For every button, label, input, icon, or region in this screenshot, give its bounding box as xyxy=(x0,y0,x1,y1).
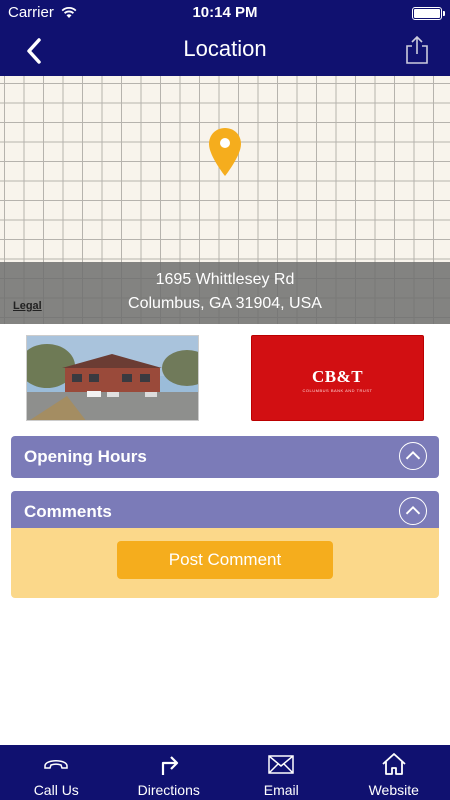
location-photo[interactable] xyxy=(26,335,199,421)
opening-hours-header[interactable]: Opening Hours xyxy=(11,436,439,478)
address-line2: Columbus, GA 31904, USA xyxy=(128,295,322,312)
directions-icon xyxy=(161,756,178,775)
opening-hours-label: Opening Hours xyxy=(24,447,147,466)
post-comment-button[interactable]: Post Comment xyxy=(117,541,333,579)
nav-bar: Location xyxy=(0,26,450,76)
comments-label: Comments xyxy=(24,502,112,521)
address-overlay: 1695 Whittlesey Rd Columbus, GA 31904, U… xyxy=(0,262,450,324)
bank-logo: CB&T xyxy=(311,367,364,386)
battery-icon xyxy=(412,7,445,20)
chevron-up-icon[interactable] xyxy=(399,442,427,470)
tab-call-us[interactable]: Call Us xyxy=(0,745,113,800)
tab-bar: Call Us Directions Email Website xyxy=(0,745,450,800)
bank-logo-subtitle: COLUMBUS BANK AND TRUST xyxy=(302,388,373,393)
address-line1: 1695 Whittlesey Rd xyxy=(155,271,295,288)
tab-label: Email xyxy=(263,782,299,798)
bank-logo-card[interactable]: CB&T COLUMBUS BANK AND TRUST xyxy=(251,335,424,421)
status-bar: Carrier 10:14 PM xyxy=(0,0,450,26)
comments-header[interactable]: Comments xyxy=(11,491,439,528)
chevron-up-icon[interactable] xyxy=(399,497,427,525)
page-title: Location xyxy=(183,36,267,61)
home-icon xyxy=(382,753,406,775)
tab-label: Website xyxy=(368,782,419,798)
tab-directions[interactable]: Directions xyxy=(113,745,226,800)
status-time: 10:14 PM xyxy=(192,4,258,21)
comments-panel: Post Comment xyxy=(11,528,439,598)
tab-website[interactable]: Website xyxy=(338,745,450,800)
share-icon[interactable] xyxy=(404,35,430,65)
map-pin-icon[interactable] xyxy=(207,126,243,178)
building-photo-image xyxy=(27,336,198,420)
legal-link[interactable]: Legal xyxy=(13,300,42,312)
tab-email[interactable]: Email xyxy=(225,745,338,800)
phone-icon xyxy=(44,760,68,769)
map-view[interactable]: 1695 Whittlesey Rd Columbus, GA 31904, U… xyxy=(0,76,450,324)
envelope-icon xyxy=(268,755,294,774)
tab-label: Call Us xyxy=(33,782,79,798)
tab-label: Directions xyxy=(137,782,200,798)
